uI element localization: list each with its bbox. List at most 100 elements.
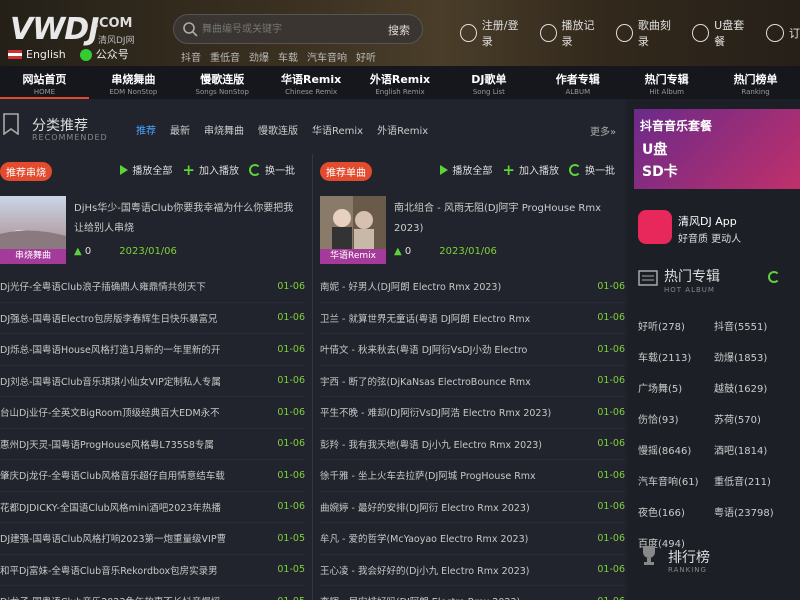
nav-item[interactable]: 外语Remix English Remix	[356, 66, 445, 99]
song-title[interactable]: 徐千雅 - 坐上火车去拉萨(DJ阿城 ProgHouse Rmx	[320, 468, 578, 482]
list-item[interactable]: 徐千雅 - 坐上火车去拉萨(DJ阿城 ProgHouse Rmx 01-06	[320, 460, 625, 492]
userbar-item[interactable]: 注册/登录	[460, 17, 526, 49]
featured-thumbnail[interactable]: 华语Remix	[320, 196, 386, 264]
usb-ad-banner[interactable]: 抖音音乐套餐 U盘 SD卡	[634, 109, 800, 189]
category-tab[interactable]: 华语Remix	[312, 122, 363, 137]
song-title[interactable]: 南妮 - 好男人(DJ阿朗 Electro Rmx 2023)	[320, 279, 578, 293]
song-title[interactable]: DJ建强-国粤语Club风格打响2023第一炮重量级VIP曹	[0, 531, 258, 545]
song-title[interactable]: 花都DJDICKY-全国语Club风格mini酒吧2023年热播	[0, 500, 258, 514]
category-tab[interactable]: 慢歌连版	[258, 122, 298, 137]
hot-keyword[interactable]: 重低音	[210, 49, 240, 64]
category-tab[interactable]: 外语Remix	[377, 122, 428, 137]
hot-keyword[interactable]: 好听	[356, 49, 376, 64]
list-item[interactable]: 和平Dj富妹-全粤语Club音乐Rekordbox包房实录男 01-05	[0, 555, 305, 586]
list-item[interactable]: DJ烁总-国粤语House风格打造1月新的一年里新的开 01-06	[0, 334, 305, 366]
album-tag[interactable]: 越鼓(1629)	[714, 383, 790, 414]
userbar-item[interactable]: 订	[766, 17, 800, 49]
refresh-icon[interactable]	[768, 271, 780, 283]
list-item[interactable]: 李辉 - 尽安排好吗(DJ阿朗 Electro Rmx 2023) 01-06	[320, 586, 625, 600]
featured-item[interactable]: 华语Remix 南北组合 - 风雨无阻(DJ阿宇 ProgHouse Rmx 2…	[320, 196, 625, 264]
album-tag[interactable]: 劲爆(1853)	[714, 352, 790, 383]
site-logo[interactable]: VWDJ .COM 清风DJ网	[2, 8, 147, 47]
song-title[interactable]: 彭羚 - 我有我天地(粤语 Dj小九 Electro Rmx 2023)	[320, 437, 578, 451]
hot-keyword[interactable]: 抖音	[181, 49, 201, 64]
song-title[interactable]: Dj龙子-国粤语Club音乐2023兔年故事不长抖音慢摇	[0, 594, 258, 600]
song-title[interactable]: DJ刘总-国粤语Club音乐琪琪小仙女VIP定制私人专属	[0, 374, 258, 388]
userbar-item[interactable]: U盘套餐	[692, 17, 752, 49]
list-item[interactable]: 王心凌 - 我会好好的(Dj小九 Electro Rmx 2023) 01-06	[320, 555, 625, 586]
list-item[interactable]: DJ刘总-国粤语Club音乐琪琪小仙女VIP定制私人专属 01-06	[0, 366, 305, 397]
featured-item[interactable]: 串烧舞曲 DjHs华少-国粤语Club你要我幸福为什么你要把我让给别人串烧 ▲ …	[0, 196, 305, 264]
song-title[interactable]: 平生不晚 - 难却(DJ阿衍VsDJ阿浩 Electro Rmx 2023)	[320, 405, 578, 419]
song-title[interactable]: 曲婉婷 - 最好的安排(DJ阿衍 Electro Rmx 2023)	[320, 500, 578, 514]
app-promo[interactable]: 清风DJ App 好音质 更动人	[634, 204, 800, 252]
album-tag[interactable]: 苏荷(570)	[714, 414, 790, 445]
list-item[interactable]: 宇西 - 断了的弦(DjKaNsas ElectroBounce Rmx 01-0…	[320, 366, 625, 397]
nav-item[interactable]: 网站首页 HOME	[0, 66, 89, 99]
album-tag[interactable]: 粤语(23798)	[714, 507, 790, 538]
album-tag[interactable]: 慢摇(8646)	[638, 445, 714, 476]
album-tag[interactable]: 重低音(211)	[714, 476, 790, 507]
featured-title[interactable]: DjHs华少-国粤语Club你要我幸福为什么你要把我让给别人串烧	[74, 199, 294, 239]
nav-item[interactable]: DJ歌单 Song List	[444, 66, 533, 99]
wechat-link[interactable]: 公众号	[79, 46, 129, 62]
category-tab[interactable]: 最新	[170, 122, 190, 137]
list-item[interactable]: 牟凡 - 爱的哲学(McYaoyao Electro Rmx 2023) 01-0…	[320, 523, 625, 555]
featured-thumbnail[interactable]: 串烧舞曲	[0, 196, 66, 264]
song-title[interactable]: 肇庆Dj龙仔-全粤语Club风格音乐超仔自用情意结车载	[0, 468, 258, 482]
nav-item[interactable]: 串烧舞曲 EDM NonStop	[89, 66, 178, 99]
hot-keyword[interactable]: 汽车音响	[307, 49, 347, 64]
nav-item[interactable]: 华语Remix Chinese Remix	[267, 66, 356, 99]
swap-button[interactable]: 换一批	[569, 162, 615, 177]
list-item[interactable]: Dj光仔-全粤语Club浪子插确鼎人雍鼎情共创天下 01-06	[0, 271, 305, 303]
album-tag[interactable]: 好听(278)	[638, 321, 714, 352]
song-title[interactable]: DJ强总-国粤语Electro包房版李春辉生日快乐暴富兄	[0, 311, 258, 325]
play-all-button[interactable]: 播放全部	[120, 162, 172, 177]
nav-item[interactable]: 慢歌连版 Songs NonStop	[178, 66, 267, 99]
list-item[interactable]: 卫兰 - 就算世界无童话(粤语 DJ阿朗 Electro Rmx 01-06	[320, 303, 625, 334]
list-item[interactable]: 平生不晚 - 难却(DJ阿衍VsDJ阿浩 Electro Rmx 2023) 01…	[320, 397, 625, 429]
song-title[interactable]: DJ烁总-国粤语House风格打造1月新的一年里新的开	[0, 342, 258, 356]
search-input[interactable]	[202, 20, 362, 38]
list-item[interactable]: 肇庆Dj龙仔-全粤语Club风格音乐超仔自用情意结车载 01-06	[0, 460, 305, 492]
list-item[interactable]: DJ强总-国粤语Electro包房版李春辉生日快乐暴富兄 01-06	[0, 303, 305, 334]
song-title[interactable]: 和平Dj富妹-全粤语Club音乐Rekordbox包房实录男	[0, 563, 258, 577]
list-item[interactable]: 花都DJDICKY-全国语Club风格mini酒吧2023年热播 01-06	[0, 492, 305, 523]
play-all-button[interactable]: 播放全部	[440, 162, 492, 177]
userbar-item[interactable]: 歌曲刻录	[616, 17, 678, 49]
hot-keyword[interactable]: 车载	[278, 49, 298, 64]
song-title[interactable]: 李辉 - 尽安排好吗(DJ阿朗 Electro Rmx 2023)	[320, 594, 578, 600]
album-tag[interactable]: 伤恰(93)	[638, 414, 714, 445]
list-item[interactable]: 惠州DJ天灵-国粤语ProgHouse风格粤L735S8专属 01-06	[0, 429, 305, 460]
hot-keyword[interactable]: 劲爆	[249, 49, 269, 64]
song-title[interactable]: 惠州DJ天灵-国粤语ProgHouse风格粤L735S8专属	[0, 437, 258, 451]
album-tag[interactable]: 车载(2113)	[638, 352, 714, 383]
featured-title[interactable]: 南北组合 - 风雨无阻(DJ阿宇 ProgHouse Rmx 2023)	[394, 199, 614, 239]
list-item[interactable]: Dj龙子-国粤语Club音乐2023兔年故事不长抖音慢摇 01-05	[0, 586, 305, 600]
nav-item[interactable]: 热门专辑 Hit Album	[622, 66, 711, 99]
category-tab[interactable]: 串烧舞曲	[204, 122, 244, 137]
album-tag[interactable]: 汽车音响(61)	[638, 476, 714, 507]
song-title[interactable]: Dj光仔-全粤语Club浪子插确鼎人雍鼎情共创天下	[0, 279, 258, 293]
nav-item[interactable]: 热门榜单 Ranking	[711, 66, 800, 99]
search-button[interactable]: 搜索	[388, 22, 410, 38]
album-tag[interactable]: 广场舞(5)	[638, 383, 714, 414]
song-title[interactable]: 叶倩文 - 秋来秋去(粤语 DJ阿衍VsDJ小劲 Electro	[320, 342, 578, 356]
album-tag[interactable]: 夜色(166)	[638, 507, 714, 538]
userbar-item[interactable]: 播放记录	[539, 17, 602, 49]
song-title[interactable]: 王心凌 - 我会好好的(Dj小九 Electro Rmx 2023)	[320, 563, 578, 577]
list-item[interactable]: 曲婉婷 - 最好的安排(DJ阿衍 Electro Rmx 2023) 01-06	[320, 492, 625, 523]
song-title[interactable]: 台山Dj业仔-全英文BigRoom顶级经典百大EDM永不	[0, 405, 258, 419]
list-item[interactable]: 叶倩文 - 秋来秋去(粤语 DJ阿衍VsDJ小劲 Electro 01-06	[320, 334, 625, 366]
song-title[interactable]: 卫兰 - 就算世界无童话(粤语 DJ阿朗 Electro Rmx	[320, 311, 578, 325]
category-tab[interactable]: 推荐	[136, 122, 156, 137]
song-title[interactable]: 牟凡 - 爱的哲学(McYaoyao Electro Rmx 2023)	[320, 531, 578, 545]
list-item[interactable]: DJ建强-国粤语Club风格打响2023第一炮重量级VIP曹 01-05	[0, 523, 305, 555]
lang-english[interactable]: English	[8, 48, 66, 61]
album-tag[interactable]: 抖音(5551)	[714, 321, 790, 352]
list-item[interactable]: 台山Dj业仔-全英文BigRoom顶级经典百大EDM永不 01-06	[0, 397, 305, 429]
add-play-button[interactable]: + 加入播放	[502, 162, 559, 177]
nav-item[interactable]: 作者专辑 ALBUM	[533, 66, 622, 99]
list-item[interactable]: 彭羚 - 我有我天地(粤语 Dj小九 Electro Rmx 2023) 01-0…	[320, 429, 625, 460]
album-tag[interactable]: 酒吧(1814)	[714, 445, 790, 476]
